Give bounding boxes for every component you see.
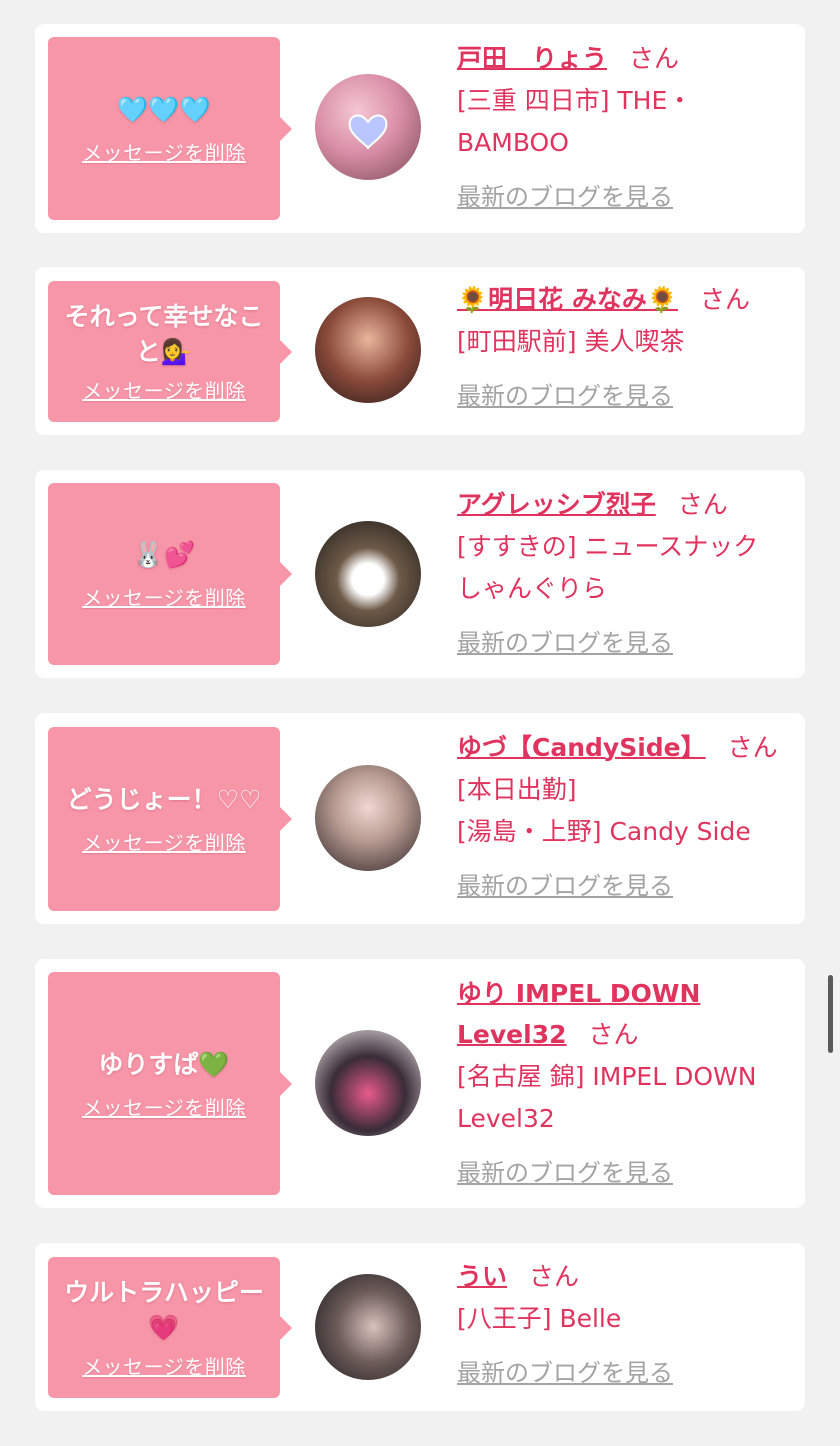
member-info: アグレッシブ烈子 さん [すすきの] ニュースナック しゃんぐりら 最新のブログを… — [457, 484, 793, 658]
delete-message-link[interactable]: メッセージを削除 — [82, 827, 246, 856]
honorific: さん — [727, 733, 778, 762]
member-name-link[interactable]: うい — [457, 1262, 507, 1291]
member-info: ゆづ【CandySide】 さん [本日出勤] [湯島・上野] Candy Sid… — [457, 727, 793, 901]
message-text: ゆりすぱ💚 — [98, 1049, 230, 1079]
delete-message-link[interactable]: メッセージを削除 — [82, 1351, 246, 1380]
shop-line: [湯島・上野] Candy Side — [457, 817, 751, 846]
message-bubble: 🐰💕 メッセージを削除 — [48, 483, 292, 665]
message-text: ウルトラハッピー💗 — [64, 1278, 264, 1342]
message-text: 🩵🩵🩵 — [117, 94, 211, 124]
delete-message-link[interactable]: メッセージを削除 — [82, 137, 246, 166]
shop-line: [すすきの] ニュースナック — [457, 532, 759, 561]
message-card: 🐰💕 メッセージを削除 アグレッシブ烈子 さん [すすきの] ニュースナック しゃ… — [35, 470, 805, 678]
avatar[interactable] — [315, 297, 421, 403]
shop-line: [町田駅前] 美人喫茶 — [457, 327, 685, 356]
shop-line: BAMBOO — [457, 128, 569, 157]
message-bubble: 🩵🩵🩵 メッセージを削除 — [48, 37, 292, 220]
member-info: うい さん [八王子] Belle 最新のブログを見る — [457, 1256, 793, 1388]
delete-message-link[interactable]: メッセージを削除 — [82, 375, 246, 404]
message-text: 🐰💕 — [132, 540, 196, 569]
shop-line: [八王子] Belle — [457, 1304, 622, 1333]
scrollbar[interactable] — [828, 975, 833, 1053]
message-bubble: それって幸せなこと💁‍♀️ メッセージを削除 — [48, 281, 292, 422]
delete-message-link[interactable]: メッセージを削除 — [82, 1092, 246, 1121]
avatar[interactable] — [315, 521, 421, 627]
latest-blog-link[interactable]: 最新のブログを見る — [457, 1153, 673, 1188]
message-text: それって幸せなこと💁‍♀️ — [64, 302, 264, 366]
message-bubble: ゆりすぱ💚 メッセージを削除 — [48, 972, 292, 1195]
honorific: さん — [629, 44, 680, 73]
shop-line: Level32 — [457, 1104, 555, 1133]
message-bubble: ウルトラハッピー💗 メッセージを削除 — [48, 1257, 292, 1398]
message-card: ウルトラハッピー💗 メッセージを削除 うい さん [八王子] Belle 最新のブ… — [35, 1243, 805, 1411]
honorific: さん — [588, 1020, 639, 1049]
shop-line: [本日出勤] — [457, 775, 577, 804]
message-card: どうじょー！♡♡ メッセージを削除 ゆづ【CandySide】 さん [本日出勤]… — [35, 713, 805, 924]
member-name-link[interactable]: ゆづ【CandySide】 — [457, 733, 706, 762]
shop-line: しゃんぐりら — [457, 574, 608, 603]
avatar[interactable] — [315, 765, 421, 871]
latest-blog-link[interactable]: 最新のブログを見る — [457, 623, 673, 658]
latest-blog-link[interactable]: 最新のブログを見る — [457, 1353, 673, 1388]
avatar[interactable] — [315, 74, 421, 180]
member-name-link[interactable]: ゆり IMPEL DOWN Level32 — [457, 979, 700, 1049]
member-info: 🌻明日花 みなみ🌻 さん [町田駅前] 美人喫茶 最新のブログを見る — [457, 279, 793, 411]
message-bubble: どうじょー！♡♡ メッセージを削除 — [48, 727, 292, 911]
heart-sticker-icon — [348, 114, 388, 150]
message-card: それって幸せなこと💁‍♀️ メッセージを削除 🌻明日花 みなみ🌻 さん [町田駅前… — [35, 267, 805, 435]
member-info: 戸田 りょう さん [三重 四日市] THE・ BAMBOO 最新のブログを見る — [457, 38, 793, 212]
shop-line: [名古屋 錦] IMPEL DOWN — [457, 1062, 757, 1091]
member-info: ゆり IMPEL DOWN Level32 さん [名古屋 錦] IMPEL DO… — [457, 973, 793, 1188]
latest-blog-link[interactable]: 最新のブログを見る — [457, 376, 673, 411]
message-card: 🩵🩵🩵 メッセージを削除 戸田 りょう さん [三重 四日市] THE・ BAMB… — [35, 24, 805, 233]
member-name-link[interactable]: アグレッシブ烈子 — [457, 490, 656, 519]
delete-message-link[interactable]: メッセージを削除 — [82, 582, 246, 611]
latest-blog-link[interactable]: 最新のブログを見る — [457, 866, 673, 901]
honorific: さん — [699, 285, 750, 314]
avatar[interactable] — [315, 1274, 421, 1380]
member-name-link[interactable]: 🌻明日花 みなみ🌻 — [457, 285, 678, 314]
latest-blog-link[interactable]: 最新のブログを見る — [457, 177, 673, 212]
member-name-link[interactable]: 戸田 りょう — [457, 44, 607, 73]
honorific: さん — [677, 490, 728, 519]
avatar[interactable] — [315, 1030, 421, 1136]
message-card: ゆりすぱ💚 メッセージを削除 ゆり IMPEL DOWN Level32 さん [… — [35, 959, 805, 1208]
message-text: どうじょー！♡♡ — [66, 785, 262, 814]
honorific: さん — [529, 1262, 580, 1291]
shop-line: [三重 四日市] THE・ — [457, 86, 693, 115]
